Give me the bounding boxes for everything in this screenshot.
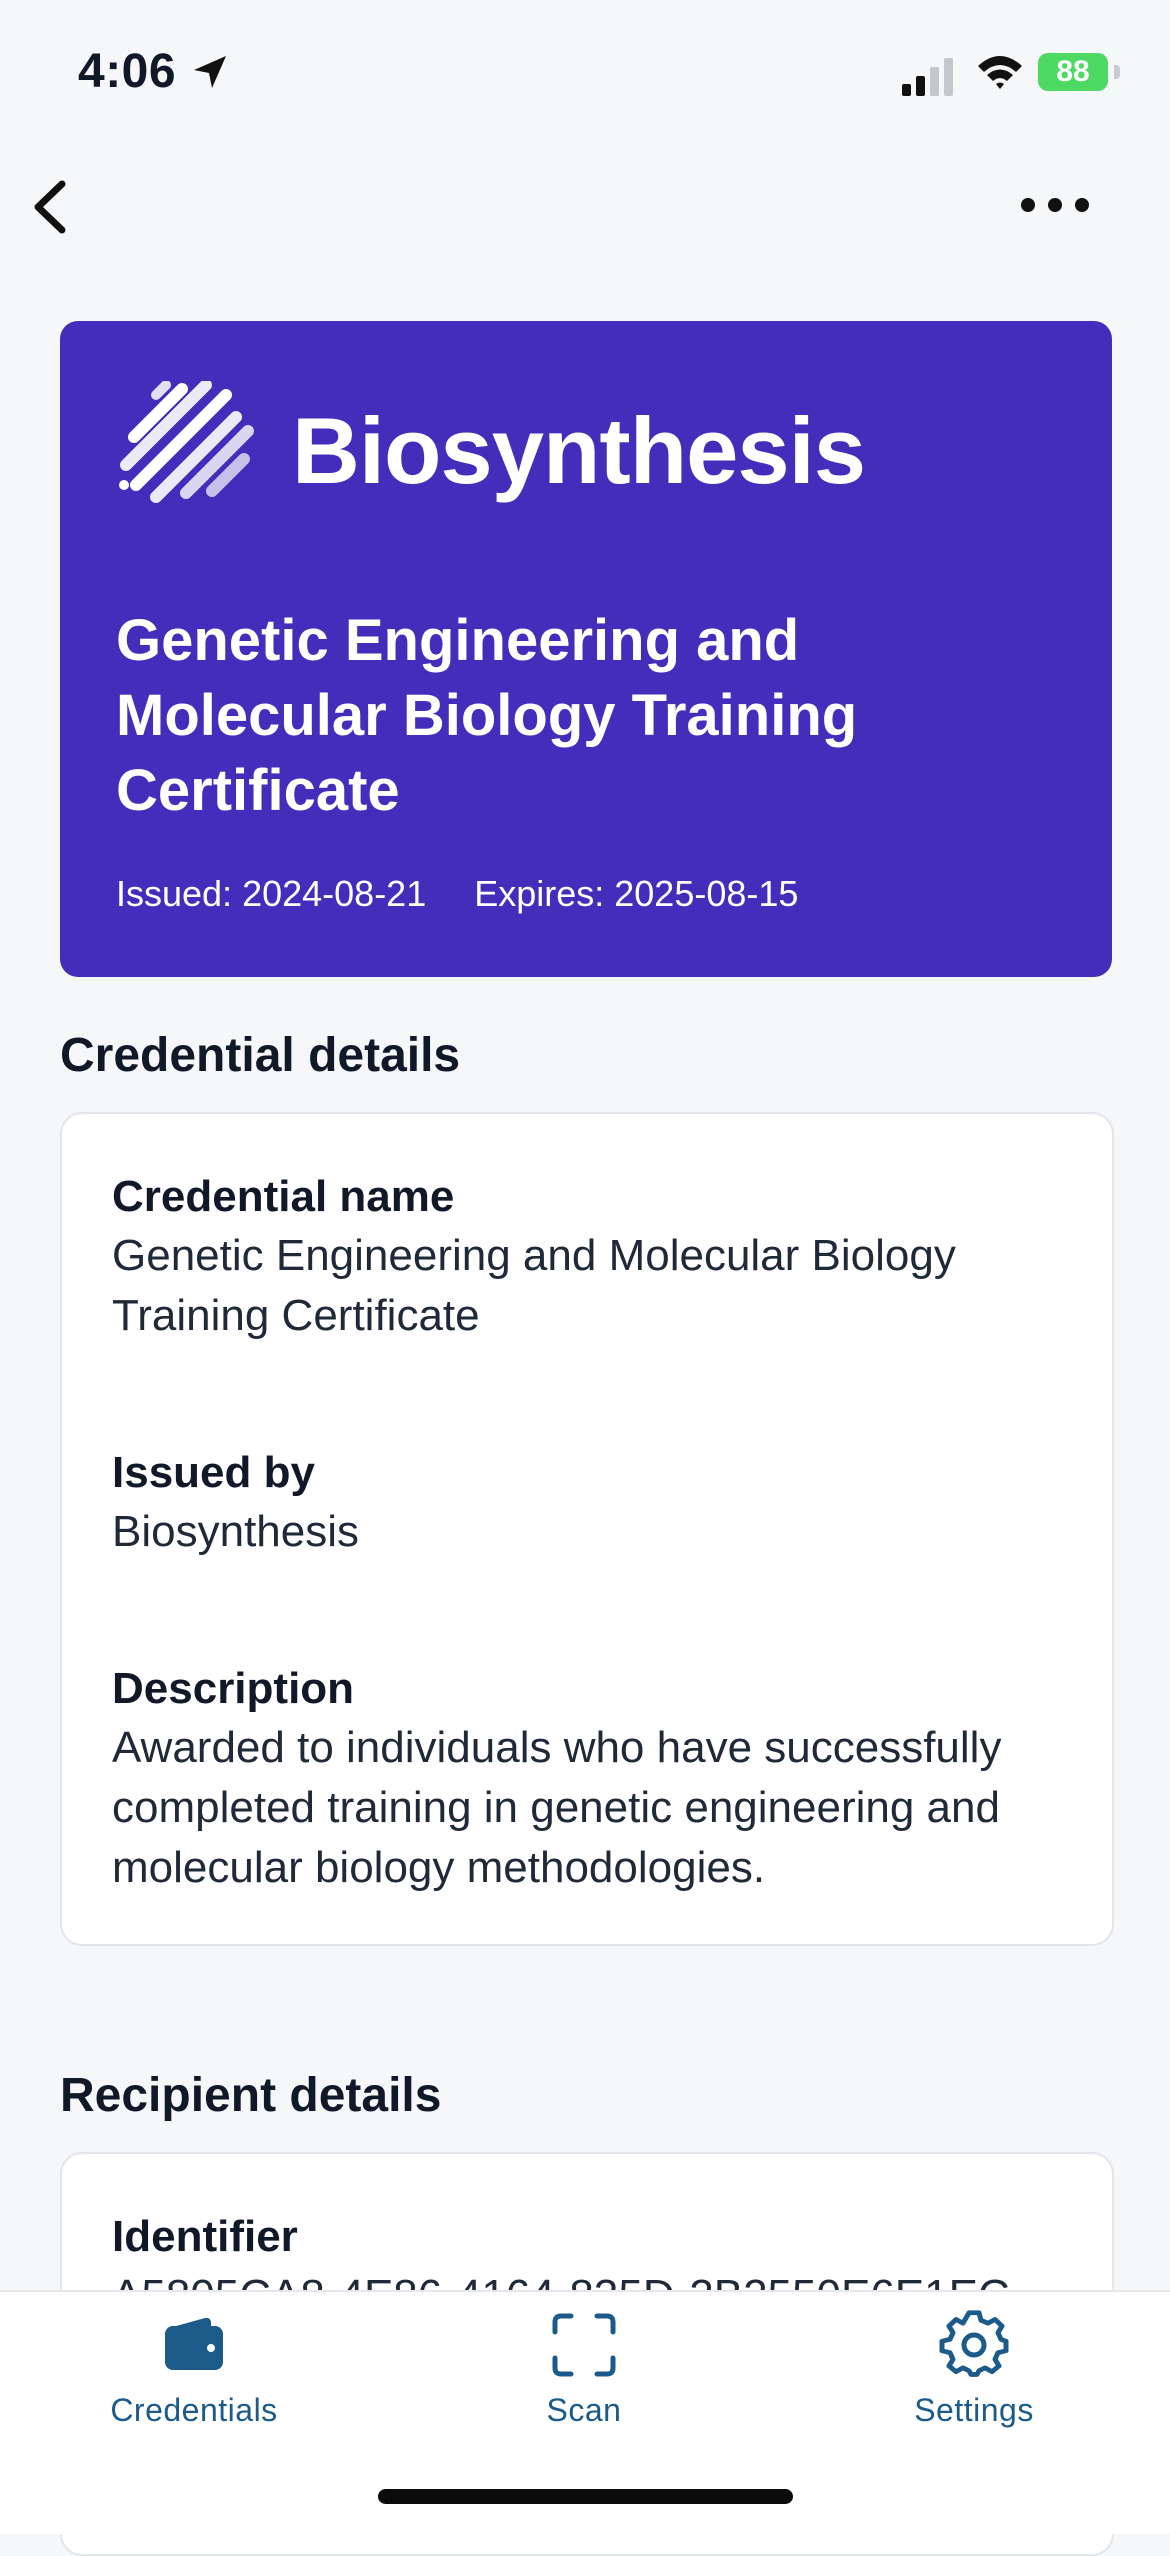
wallet-icon — [165, 2317, 223, 2370]
home-indicator — [378, 2489, 793, 2504]
location-arrow-icon — [194, 56, 226, 88]
tab-label: Scan — [546, 2392, 622, 2428]
more-options-button[interactable] — [1010, 185, 1100, 225]
tab-scan[interactable]: Scan — [434, 2292, 734, 2462]
back-button[interactable] — [20, 172, 90, 242]
tab-credentials[interactable]: Credentials — [44, 2292, 344, 2462]
credential-details-heading: Credential details — [60, 1029, 461, 1082]
issued-by-field: Issued by Biosynthesis — [112, 1444, 1062, 1562]
field-label: Issued by — [112, 1448, 315, 1497]
credential-hero-card[interactable]: Biosynthesis Genetic Engineering and Mol… — [60, 321, 1112, 977]
field-label: Credential name — [112, 1172, 455, 1221]
expiry-date: Expires: 2025-08-15 — [474, 873, 799, 914]
wifi-icon — [978, 56, 1022, 89]
battery-level: 88 — [1056, 55, 1090, 88]
credential-dates: Issued: 2024-08-21 Expires: 2025-08-15 — [116, 873, 798, 915]
biosynthesis-logo-mark-icon — [119, 381, 254, 503]
status-time: 4:06 — [78, 45, 177, 98]
credential-title: Genetic Engineering and Molecular Biolog… — [116, 608, 858, 823]
field-label: Description — [112, 1664, 355, 1713]
field-value: Genetic Engineering and Molecular Biolog… — [112, 1231, 956, 1340]
field-value: Awarded to individuals who have successf… — [112, 1723, 1002, 1892]
field-value: Biosynthesis — [112, 1507, 360, 1556]
battery-indicator: 88 — [1038, 53, 1120, 91]
credential-details-card: Credential name Genetic Engineering and … — [60, 1112, 1114, 1946]
field-label: Identifier — [112, 2212, 298, 2261]
issuer-logo-wordmark: Biosynthesis — [292, 398, 866, 503]
tab-label: Credentials — [110, 2392, 278, 2428]
status-bar: 4:06 88 — [0, 0, 1170, 150]
issued-date: Issued: 2024-08-21 — [116, 873, 427, 914]
gear-icon — [939, 2310, 1009, 2377]
scan-icon — [552, 2313, 616, 2377]
tab-settings[interactable]: Settings — [824, 2292, 1124, 2462]
credential-name-field: Credential name Genetic Engineering and … — [112, 1168, 1062, 1346]
tab-label: Settings — [914, 2392, 1034, 2428]
description-field: Description Awarded to individuals who h… — [112, 1660, 1062, 1898]
cellular-signal-icon — [902, 58, 953, 96]
issuer-logo: Biosynthesis — [116, 381, 866, 521]
recipient-details-heading: Recipient details — [60, 2069, 442, 2122]
